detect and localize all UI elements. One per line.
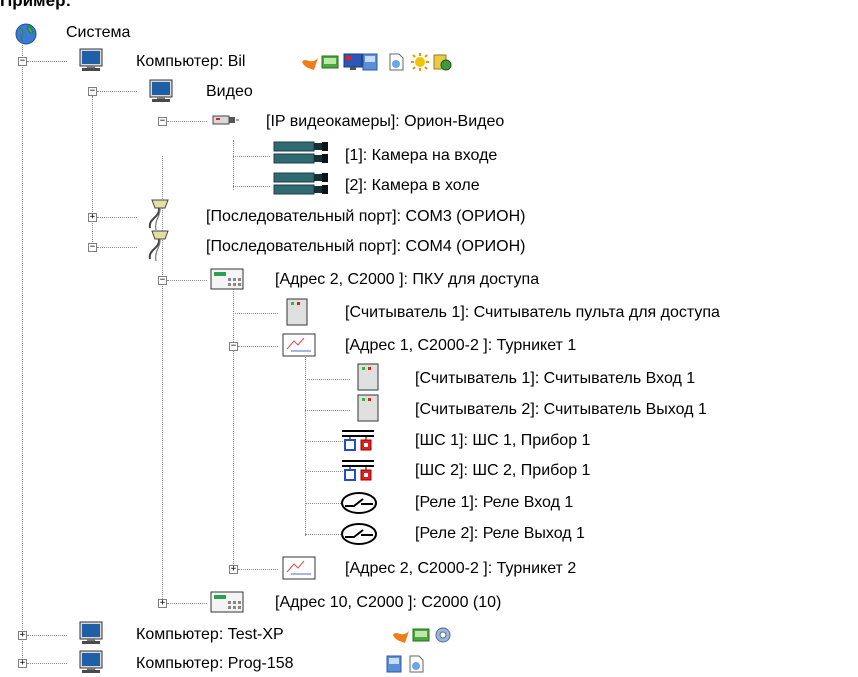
settings-icon — [433, 625, 453, 645]
tree-item-c2000-10[interactable]: [Адрес 10, С2000 ]: С2000 (10) — [275, 593, 501, 613]
tree-item-relay-1[interactable]: [Реле 1]: Реле Вход 1 — [415, 493, 573, 513]
book-icon — [360, 52, 380, 72]
relay-icon — [340, 491, 378, 515]
scanner-icon — [320, 52, 340, 72]
collapse-toggle[interactable]: − — [18, 57, 27, 66]
tree-item-pku[interactable]: [Адрес 2, С2000 ]: ПКУ для доступа — [275, 270, 539, 290]
monitor-icon — [78, 650, 104, 674]
monitor-icon — [78, 621, 104, 645]
reader-icon — [357, 394, 379, 422]
serial-port-icon — [144, 229, 172, 263]
tree-item-zone-2[interactable]: [ШС 2]: ШС 2, Прибор 1 — [415, 461, 590, 481]
tree-item-computer-prog158[interactable]: Компьютер: Prog-158 — [136, 654, 294, 674]
ip-camera-icon — [212, 113, 240, 127]
tree-item-computer-testxp[interactable]: Компьютер: Test-XP — [136, 625, 284, 645]
tree-item-system[interactable]: Система — [66, 23, 130, 43]
database-icon — [432, 52, 452, 72]
control-panel-icon — [210, 591, 244, 613]
collapse-toggle[interactable]: − — [88, 243, 97, 252]
collapse-toggle[interactable]: − — [229, 342, 238, 351]
expand-toggle[interactable]: + — [158, 599, 167, 608]
tree-item-zone-1[interactable]: [ШС 1]: ШС 1, Прибор 1 — [415, 431, 590, 451]
flame-icon — [391, 625, 411, 645]
serial-port-icon — [144, 198, 172, 232]
tree-item-video[interactable]: Видео — [206, 82, 253, 102]
expand-toggle[interactable]: + — [18, 659, 27, 668]
camera-icon — [272, 139, 332, 167]
monitor-icon — [78, 48, 104, 72]
tree-item-reader-out[interactable]: [Считыватель 2]: Считыватель Выход 1 — [415, 400, 707, 420]
loop-icon — [340, 426, 376, 452]
tree-item-com3[interactable]: [Последовательный порт]: COM3 (ОРИОН) — [206, 207, 525, 227]
flame-icon — [300, 52, 320, 72]
control-panel-icon — [210, 268, 244, 290]
sun-icon — [410, 52, 430, 72]
collapse-toggle[interactable]: − — [88, 87, 97, 96]
monitor-icon — [148, 79, 174, 103]
expand-toggle[interactable]: + — [18, 631, 27, 640]
globe-icon — [14, 22, 38, 46]
expand-toggle[interactable]: + — [88, 213, 97, 222]
tree-item-turnstile-1[interactable]: [Адрес 1, С2000-2 ]: Турникет 1 — [345, 336, 576, 356]
tree-item-camera-2[interactable]: [2]: Камера в холе — [345, 176, 480, 196]
expand-toggle[interactable]: + — [229, 565, 238, 574]
collapse-toggle[interactable]: − — [158, 117, 167, 126]
scanner-icon — [411, 625, 431, 645]
reader-icon — [357, 363, 379, 391]
tree-item-relay-2[interactable]: [Реле 2]: Реле Выход 1 — [415, 524, 585, 544]
document-icon — [386, 52, 406, 72]
tree-item-camera-1[interactable]: [1]: Камера на входе — [345, 146, 497, 166]
reader-icon — [286, 298, 308, 326]
turnstile-icon — [282, 333, 316, 357]
page-title: Пример: — [0, 0, 72, 10]
book-icon — [384, 654, 404, 674]
collapse-toggle[interactable]: − — [158, 276, 167, 285]
tree-item-reader-in[interactable]: [Считыватель 1]: Считыватель Вход 1 — [415, 369, 695, 389]
tree-item-turnstile-2[interactable]: [Адрес 2, С2000-2 ]: Турникет 2 — [345, 559, 576, 579]
relay-icon — [340, 522, 378, 546]
tree-item-ip-cameras[interactable]: [IP видеокамеры]: Орион-Видео — [266, 112, 504, 132]
loop-icon — [340, 456, 376, 482]
camera-icon — [272, 170, 332, 198]
document-icon — [406, 654, 426, 674]
tree-item-computer-bil[interactable]: Компьютер: Bil — [136, 52, 245, 72]
tree-item-com4[interactable]: [Последовательный порт]: COM4 (ОРИОН) — [206, 237, 525, 257]
tree-item-reader-pku[interactable]: [Считыватель 1]: Считыватель пульта для … — [345, 303, 720, 323]
turnstile-icon — [282, 556, 316, 580]
